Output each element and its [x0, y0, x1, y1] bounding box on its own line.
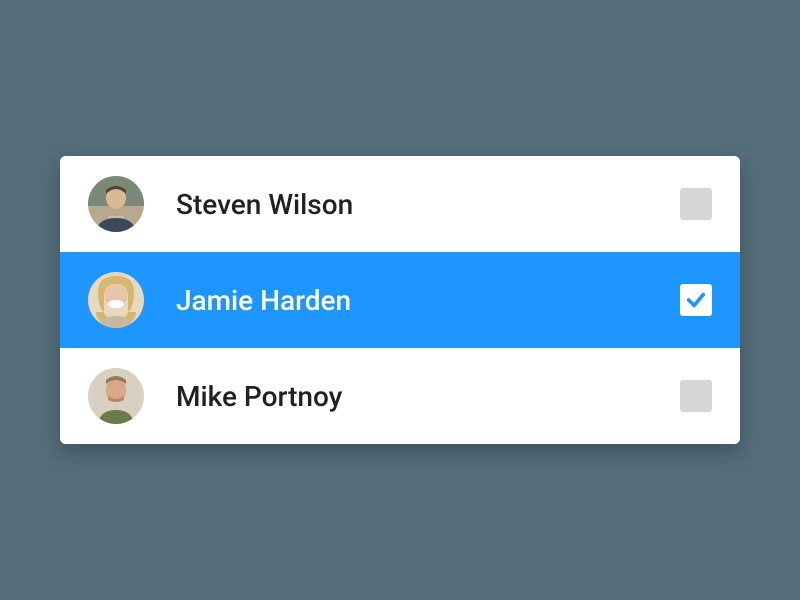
contact-name: Mike Portnoy [176, 380, 680, 413]
contact-list-card: Steven Wilson Jamie Harden [60, 156, 740, 444]
contact-name: Steven Wilson [176, 188, 680, 221]
avatar [88, 368, 144, 424]
checkbox-unchecked[interactable] [680, 380, 712, 412]
checkbox-unchecked[interactable] [680, 188, 712, 220]
list-item[interactable]: Jamie Harden [60, 252, 740, 348]
contact-name: Jamie Harden [176, 284, 680, 317]
list-item[interactable]: Steven Wilson [60, 156, 740, 252]
avatar [88, 176, 144, 232]
check-icon [685, 289, 707, 311]
checkbox-checked[interactable] [680, 284, 712, 316]
avatar [88, 272, 144, 328]
list-item[interactable]: Mike Portnoy [60, 348, 740, 444]
